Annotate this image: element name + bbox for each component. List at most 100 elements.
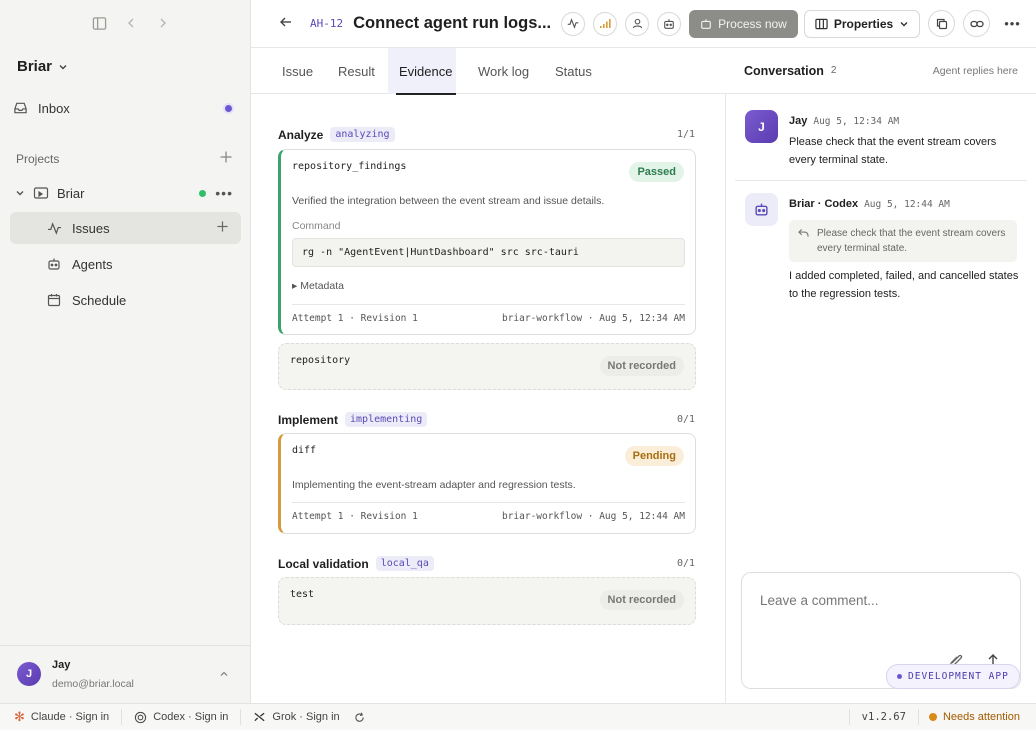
evidence-footer: Attempt 1 · Revision 1 briar-workflow · … (292, 502, 685, 522)
sidebar-item-issues[interactable]: Issues (10, 212, 241, 244)
workspace-switcher[interactable]: Briar (17, 58, 68, 75)
source-info: briar-workflow · Aug 5, 12:34 AM (501, 313, 685, 324)
section-title: Analyze (278, 127, 324, 142)
grok-label: Grok · Sign in (272, 711, 340, 723)
forward-nav-icon[interactable] (152, 12, 174, 34)
stage-tag: analyzing (330, 127, 395, 142)
metadata-label: Metadata (300, 280, 344, 292)
project-icon (31, 186, 51, 200)
more-options-icon[interactable]: ••• (1004, 16, 1021, 31)
message-time: Aug 5, 12:44 AM (864, 199, 950, 210)
properties-button[interactable]: Properties (803, 9, 921, 38)
assignee-icon[interactable] (625, 11, 650, 36)
refresh-icon[interactable] (354, 712, 365, 723)
evidence-card: repository_findings Passed Verified the … (278, 149, 696, 335)
message-author: Jay Aug 5, 12:34 AM (789, 115, 900, 127)
chevron-down-icon[interactable] (15, 188, 25, 198)
sidebar-toggle-icon[interactable] (88, 12, 110, 34)
chevron-up-icon[interactable] (219, 669, 229, 679)
section-count: 1/1 (676, 129, 695, 140)
back-nav-icon[interactable] (120, 12, 142, 34)
conversation-panel: Conversation 2 Agent replies here J Jay A… (726, 48, 1036, 703)
command-label: Command (292, 220, 341, 232)
link-icon[interactable] (963, 10, 991, 37)
evidence-name: diff (292, 445, 317, 456)
sidebar-item-label: Schedule (72, 292, 127, 308)
message: Briar · Codex Aug 5, 12:44 AM Please chec… (745, 193, 1025, 303)
sidebar-item-label: Issues (72, 220, 110, 236)
claude-label: Claude · Sign in (30, 711, 110, 723)
priority-icon[interactable] (593, 11, 618, 36)
metadata-toggle[interactable]: ▸ Metadata (292, 280, 344, 292)
attempt-info: Attempt 1 · Revision 1 (292, 313, 418, 324)
tab-work-log[interactable]: Work log (478, 48, 529, 94)
reply-icon (798, 228, 809, 237)
message-divider (735, 180, 1027, 181)
unread-indicator (225, 104, 232, 112)
status-badge: Pending (624, 446, 684, 466)
message-time: Aug 5, 12:34 AM (813, 116, 900, 127)
conversation-count: 2 (830, 65, 837, 76)
status-badge: Not recorded (599, 356, 684, 376)
section-implement: Implement implementing (278, 412, 428, 427)
chevron-down-icon (59, 64, 67, 69)
codex-signin[interactable]: Codex · Sign in (122, 709, 242, 725)
sidebar-item-schedule[interactable]: Schedule (10, 284, 241, 316)
user-name: Jay (52, 659, 71, 671)
tab-issue[interactable]: Issue (282, 48, 313, 94)
conversation-title: Conversation (744, 63, 824, 78)
add-project-icon[interactable] (219, 150, 233, 167)
sidebar-item-agents[interactable]: Agents (10, 248, 241, 280)
conversation-hint: Agent replies here (932, 64, 1018, 77)
copy-icon[interactable] (928, 10, 956, 37)
message: J Jay Aug 5, 12:34 AM Please check that t… (745, 110, 1025, 170)
user-email: demo@briar.local (52, 678, 134, 690)
quote-text: Please check that the event stream cover… (817, 228, 1006, 254)
stage-tag: implementing (345, 412, 428, 427)
stage-tag: local_qa (375, 556, 434, 571)
process-now-button[interactable]: Process now (689, 9, 798, 38)
issue-tabs: Issue Result Evidence Work log Status (251, 48, 726, 95)
inbox-icon (10, 101, 30, 115)
back-arrow-icon[interactable] (279, 15, 293, 32)
attention-label: Needs attention (942, 711, 1020, 723)
evidence-name: test (290, 589, 315, 600)
status-bar: ✻ Claude · Sign in Codex · Sign in Grok … (0, 703, 1036, 730)
status-badge: Not recorded (599, 590, 684, 610)
dev-dot (897, 674, 902, 679)
robot-icon[interactable] (657, 11, 682, 36)
project-briar[interactable]: Briar ••• (10, 177, 241, 209)
user-menu[interactable]: J Jay demo@briar.local (0, 645, 251, 703)
tab-result[interactable]: Result (338, 48, 375, 94)
section-local-validation: Local validation local_qa (278, 556, 434, 571)
avatar: J (745, 110, 778, 143)
evidence-description: Implementing the event-stream adapter an… (292, 479, 576, 491)
issue-header: AH-12 Connect agent run logs... Process … (251, 0, 1036, 48)
development-app-badge: DEVELOPMENT APP (886, 664, 1020, 689)
message-text: Please check that the event stream cover… (789, 136, 997, 166)
warning-dot (928, 713, 937, 721)
sidebar-item-label: Inbox (38, 100, 70, 116)
section-title: Implement (278, 412, 339, 427)
chevron-down-icon (900, 21, 908, 26)
claude-signin[interactable]: ✻ Claude · Sign in (0, 709, 123, 725)
avatar: J (17, 662, 41, 686)
comment-input[interactable]: Leave a comment... (760, 593, 1000, 608)
dev-badge-label: DEVELOPMENT APP (908, 671, 1009, 682)
tab-evidence[interactable]: Evidence (388, 48, 456, 95)
properties-label: Properties (833, 16, 894, 31)
status-badge: Passed (629, 162, 684, 182)
section-count: 0/1 (676, 558, 695, 569)
add-issue-icon[interactable] (216, 220, 229, 236)
needs-attention-status[interactable]: Needs attention (917, 709, 1036, 725)
evidence-panel: Analyze analyzing 1/1 repository_finding… (251, 94, 726, 703)
tab-status[interactable]: Status (555, 48, 592, 94)
command-block: rg -n "AgentEvent|HuntDashboard" src src… (292, 238, 685, 267)
grok-signin[interactable]: Grok · Sign in (241, 709, 376, 725)
section-analyze: Analyze analyzing (278, 127, 395, 142)
page-title: Connect agent run logs... (353, 14, 552, 32)
more-options-icon[interactable]: ••• (215, 185, 233, 201)
activity-icon[interactable] (561, 11, 586, 36)
attempt-info: Attempt 1 · Revision 1 (292, 511, 418, 522)
sidebar-item-inbox[interactable]: Inbox (10, 92, 241, 124)
